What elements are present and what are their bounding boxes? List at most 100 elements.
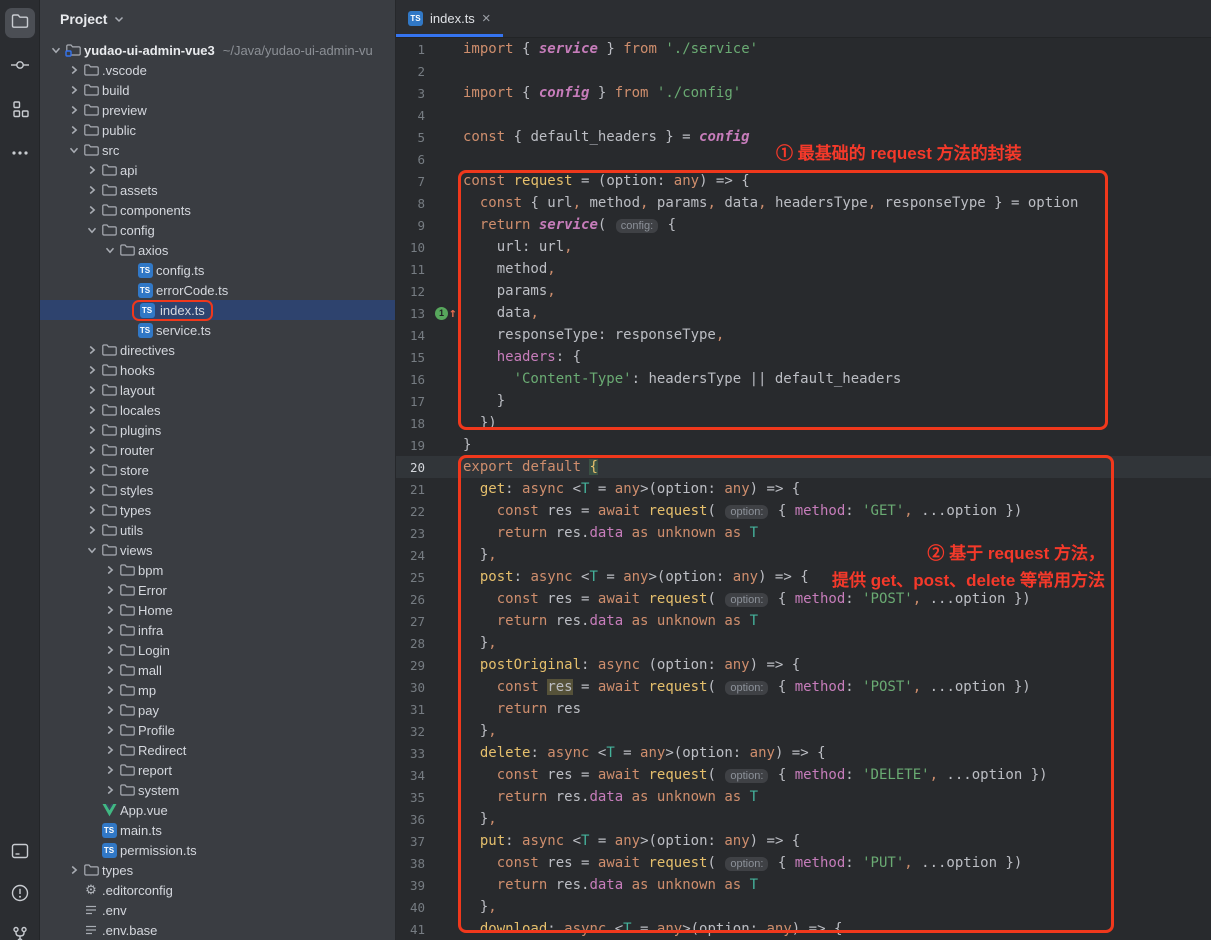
tree-item-.vscode[interactable]: .vscode <box>40 60 395 80</box>
code-line-7[interactable]: 7const request = (option: any) => { <box>396 170 1211 192</box>
line-number[interactable]: 10 <box>396 240 433 255</box>
tree-item-types[interactable]: types <box>40 860 395 880</box>
code-line-26[interactable]: 26 const res = await request( option: { … <box>396 588 1211 610</box>
tree-item-config[interactable]: config <box>40 220 395 240</box>
tree-item-styles[interactable]: styles <box>40 480 395 500</box>
tree-item-src[interactable]: src <box>40 140 395 160</box>
code-line-9[interactable]: 9 return service( config: { <box>396 214 1211 236</box>
line-number[interactable]: 21 <box>396 482 433 497</box>
chevron-right-icon[interactable] <box>84 444 100 456</box>
line-number[interactable]: 29 <box>396 658 433 673</box>
tree-item-main.ts[interactable]: TSmain.ts <box>40 820 395 840</box>
code-line-35[interactable]: 35 return res.data as unknown as T <box>396 786 1211 808</box>
code-line-16[interactable]: 16 'Content-Type': headersType || defaul… <box>396 368 1211 390</box>
chevron-right-icon[interactable] <box>84 404 100 416</box>
line-number[interactable]: 5 <box>396 130 433 145</box>
code-line-12[interactable]: 12 params, <box>396 280 1211 302</box>
chevron-right-icon[interactable] <box>84 204 100 216</box>
chevron-right-icon[interactable] <box>84 524 100 536</box>
code-line-30[interactable]: 30 const res = await request( option: { … <box>396 676 1211 698</box>
tree-item-store[interactable]: store <box>40 460 395 480</box>
tree-item-config.ts[interactable]: TSconfig.ts <box>40 260 395 280</box>
line-number[interactable]: 23 <box>396 526 433 541</box>
chevron-right-icon[interactable] <box>66 104 82 116</box>
line-number[interactable]: 14 <box>396 328 433 343</box>
line-number[interactable]: 19 <box>396 438 433 453</box>
chevron-right-icon[interactable] <box>84 484 100 496</box>
tree-item-preview[interactable]: preview <box>40 100 395 120</box>
line-number[interactable]: 37 <box>396 834 433 849</box>
code-line-23[interactable]: 23 return res.data as unknown as T <box>396 522 1211 544</box>
code-line-32[interactable]: 32 }, <box>396 720 1211 742</box>
tree-item-axios[interactable]: axios <box>40 240 395 260</box>
code-line-39[interactable]: 39 return res.data as unknown as T <box>396 874 1211 896</box>
chevron-down-icon[interactable] <box>66 144 82 156</box>
tree-item-assets[interactable]: assets <box>40 180 395 200</box>
code-line-14[interactable]: 14 responseType: responseType, <box>396 324 1211 346</box>
tree-item-api[interactable]: api <box>40 160 395 180</box>
tree-item-home[interactable]: Home <box>40 600 395 620</box>
chevron-right-icon[interactable] <box>66 124 82 136</box>
chevron-right-icon[interactable] <box>84 164 100 176</box>
line-number[interactable]: 34 <box>396 768 433 783</box>
code-line-34[interactable]: 34 const res = await request( option: { … <box>396 764 1211 786</box>
chevron-right-icon[interactable] <box>66 864 82 876</box>
tree-item-plugins[interactable]: plugins <box>40 420 395 440</box>
tree-item-pay[interactable]: pay <box>40 700 395 720</box>
line-number[interactable]: 41 <box>396 922 433 937</box>
chevron-right-icon[interactable] <box>66 84 82 96</box>
tree-item-locales[interactable]: locales <box>40 400 395 420</box>
tree-item-views[interactable]: views <box>40 540 395 560</box>
line-number[interactable]: 3 <box>396 86 433 101</box>
more-button[interactable] <box>5 140 35 170</box>
tree-item-hooks[interactable]: hooks <box>40 360 395 380</box>
project-panel-header[interactable]: Project <box>40 0 395 38</box>
code-line-40[interactable]: 40 }, <box>396 896 1211 918</box>
chevron-right-icon[interactable] <box>102 584 118 596</box>
chevron-right-icon[interactable] <box>102 564 118 576</box>
tree-item-profile[interactable]: Profile <box>40 720 395 740</box>
line-number[interactable]: 11 <box>396 262 433 277</box>
line-number[interactable]: 6 <box>396 152 433 167</box>
tree-item-router[interactable]: router <box>40 440 395 460</box>
code-line-11[interactable]: 11 method, <box>396 258 1211 280</box>
code-line-8[interactable]: 8 const { url, method, params, data, hea… <box>396 192 1211 214</box>
line-number[interactable]: 30 <box>396 680 433 695</box>
code-line-5[interactable]: 5const { default_headers } = config <box>396 126 1211 148</box>
tree-item-report[interactable]: report <box>40 760 395 780</box>
line-number[interactable]: 15 <box>396 350 433 365</box>
code-line-22[interactable]: 22 const res = await request( option: { … <box>396 500 1211 522</box>
code-line-18[interactable]: 18 }) <box>396 412 1211 434</box>
chevron-right-icon[interactable] <box>102 664 118 676</box>
chevron-right-icon[interactable] <box>84 464 100 476</box>
tab-index-ts[interactable]: TS index.ts × <box>396 0 503 37</box>
code-line-27[interactable]: 27 return res.data as unknown as T <box>396 610 1211 632</box>
line-number[interactable]: 24 <box>396 548 433 563</box>
tree-item-layout[interactable]: layout <box>40 380 395 400</box>
line-number[interactable]: 9 <box>396 218 433 233</box>
tree-item-error[interactable]: Error <box>40 580 395 600</box>
tree-item-errorcode.ts[interactable]: TSerrorCode.ts <box>40 280 395 300</box>
code-line-41[interactable]: 41 download: async <T = any>(option: any… <box>396 918 1211 940</box>
chevron-right-icon[interactable] <box>102 724 118 736</box>
tree-item-mp[interactable]: mp <box>40 680 395 700</box>
code-line-20[interactable]: 20export default { <box>396 456 1211 478</box>
line-number[interactable]: 36 <box>396 812 433 827</box>
line-number[interactable]: 1 <box>396 42 433 57</box>
line-number[interactable]: 28 <box>396 636 433 651</box>
code-line-10[interactable]: 10 url: url, <box>396 236 1211 258</box>
chevron-down-icon[interactable] <box>102 244 118 256</box>
chevron-right-icon[interactable] <box>102 744 118 756</box>
line-number[interactable]: 33 <box>396 746 433 761</box>
commit-button[interactable] <box>5 52 35 82</box>
line-number[interactable]: 35 <box>396 790 433 805</box>
code-line-25[interactable]: 25 post: async <T = any>(option: any) =>… <box>396 566 1211 588</box>
tree-item-.env[interactable]: .env <box>40 900 395 920</box>
chevron-right-icon[interactable] <box>84 364 100 376</box>
tree-item-components[interactable]: components <box>40 200 395 220</box>
line-number[interactable]: 13 <box>396 306 433 321</box>
line-number[interactable]: 17 <box>396 394 433 409</box>
code-line-17[interactable]: 17 } <box>396 390 1211 412</box>
tree-item-directives[interactable]: directives <box>40 340 395 360</box>
line-number[interactable]: 2 <box>396 64 433 79</box>
